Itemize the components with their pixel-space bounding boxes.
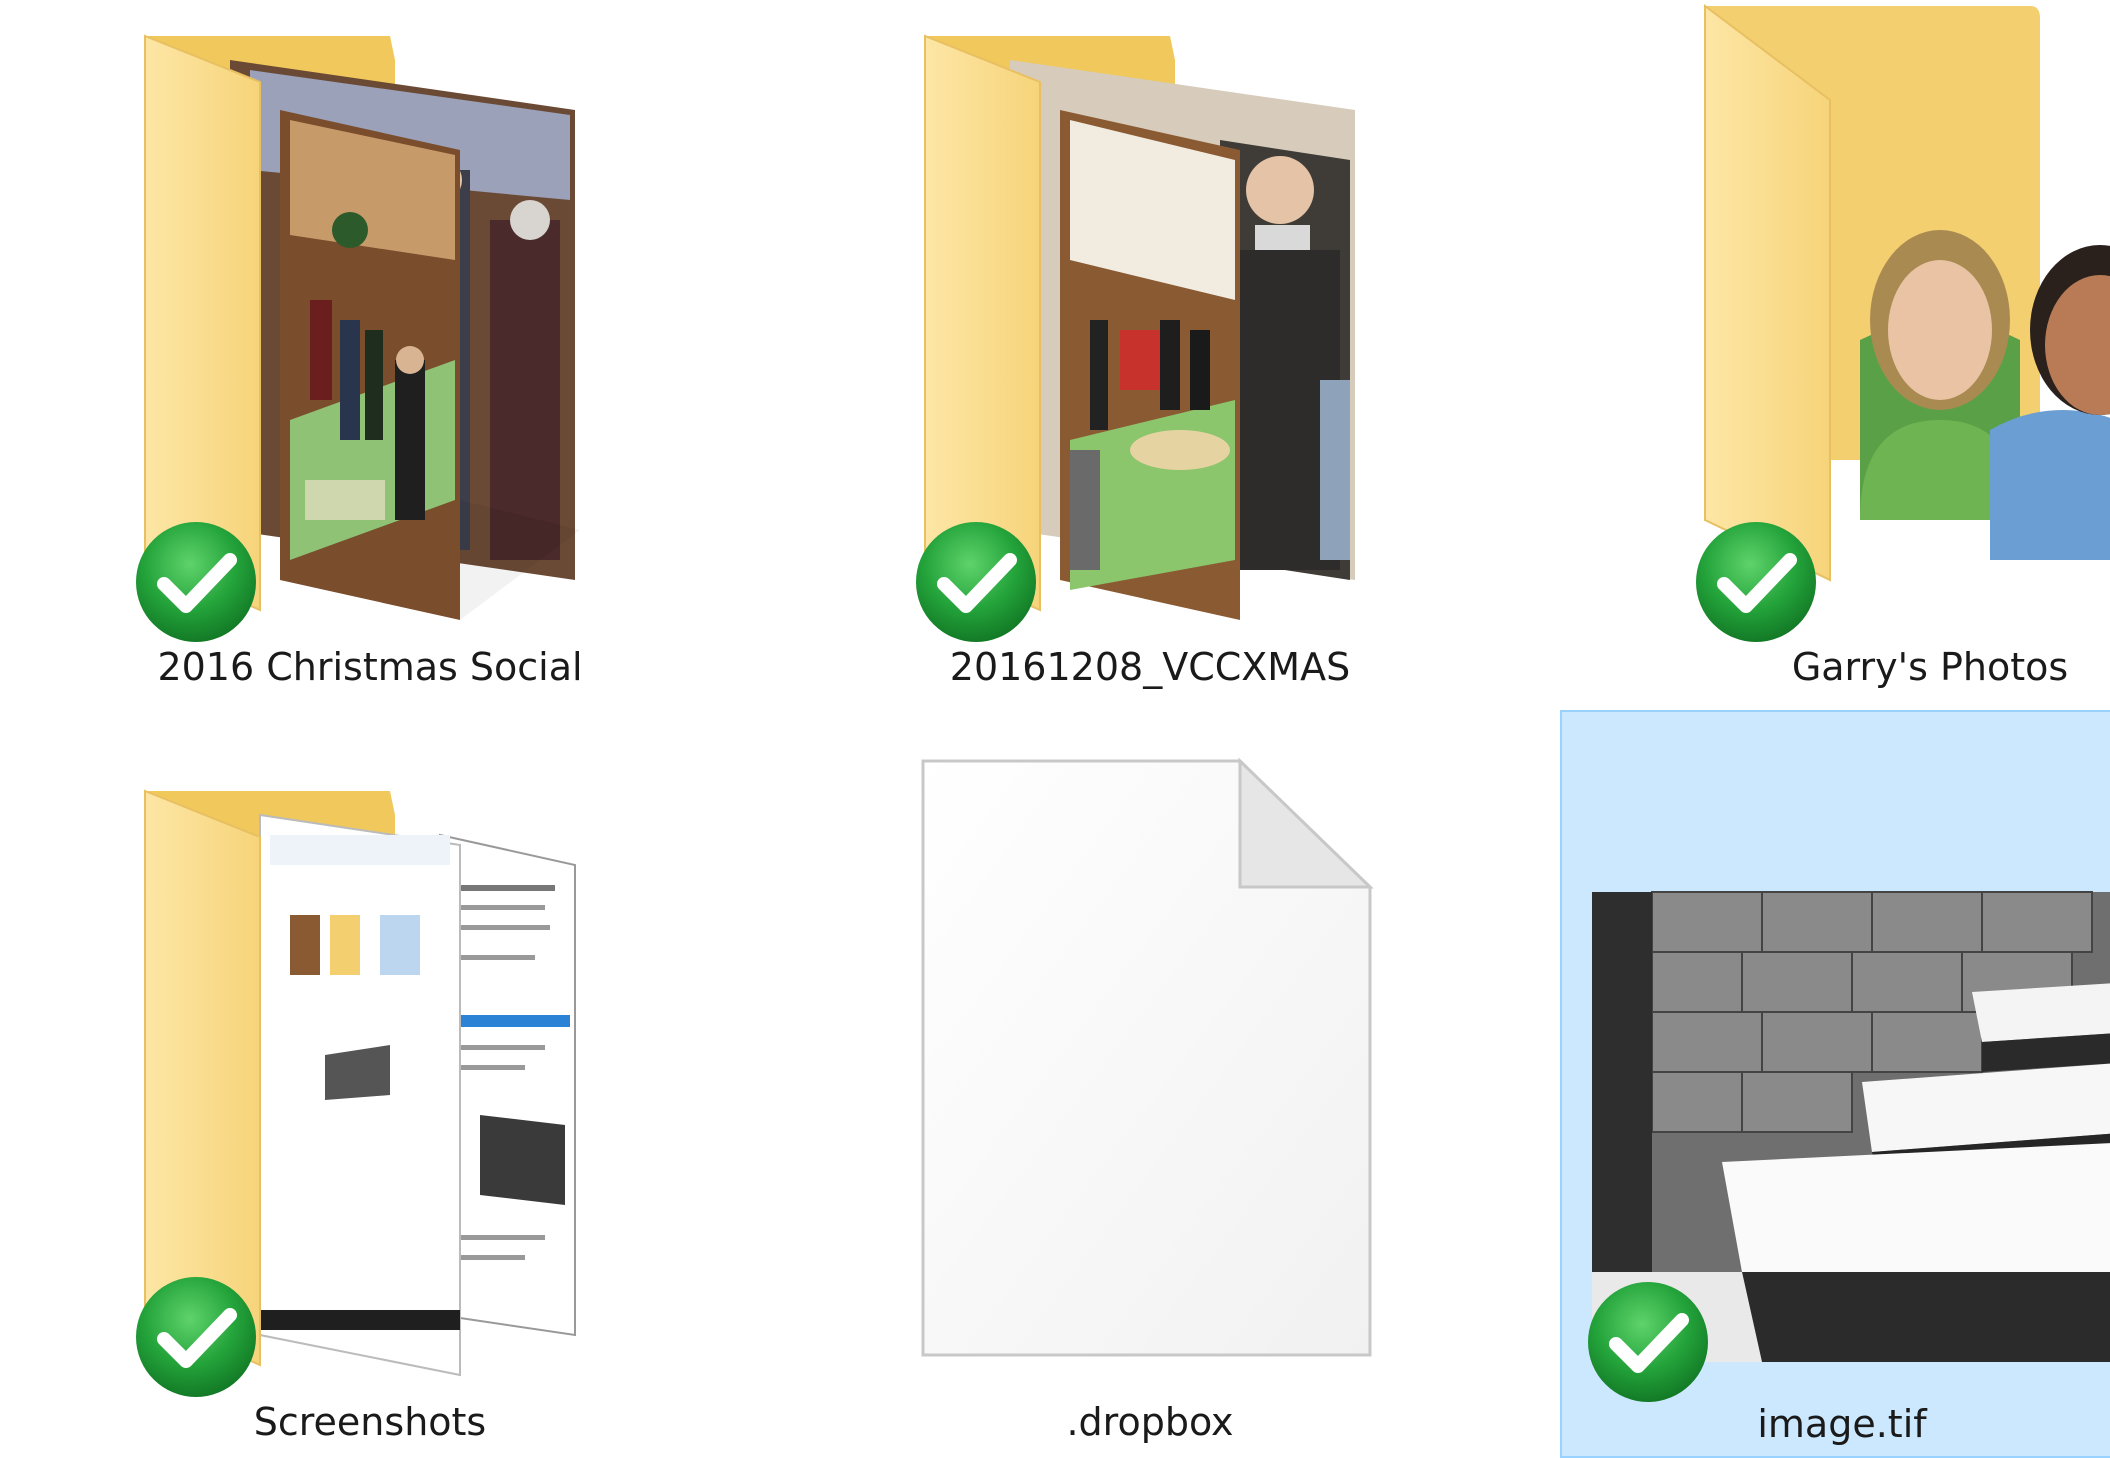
sync-checkmark-icon	[136, 1277, 256, 1397]
folder-item-garrys-photos[interactable]: Garry's Photos	[1670, 0, 2110, 740]
sync-checkmark-icon	[1696, 522, 1816, 642]
people-icon	[1860, 230, 2110, 560]
sync-checkmark-icon	[1588, 1282, 1708, 1402]
folder-item-20161208-vccxmas[interactable]: 20161208_VCCXMAS	[890, 0, 1410, 740]
item-name[interactable]: Garry's Photos	[1670, 645, 2110, 689]
file-explorer-large-icons-view: 2016 Christmas Social 20161208_VCCXMAS G…	[0, 0, 2110, 1458]
item-name[interactable]: Screenshots	[110, 1400, 630, 1444]
sync-checkmark-icon	[916, 522, 1036, 642]
item-name[interactable]: .dropbox	[890, 1400, 1410, 1444]
folder-item-screenshots[interactable]: Screenshots	[110, 755, 630, 1458]
file-item-dropbox[interactable]: .dropbox	[890, 755, 1410, 1458]
item-name[interactable]: 2016 Christmas Social	[110, 645, 630, 689]
sync-checkmark-icon	[136, 522, 256, 642]
folder-item-2016-christmas-social[interactable]: 2016 Christmas Social	[110, 0, 630, 740]
image-item-image-tif[interactable]: image.tif	[1560, 710, 2110, 1458]
item-name[interactable]: 20161208_VCCXMAS	[890, 645, 1410, 689]
image-thumbnail	[1592, 891, 2110, 1362]
item-name[interactable]: image.tif	[1562, 1402, 2110, 1446]
blank-file-icon	[921, 757, 1374, 1357]
